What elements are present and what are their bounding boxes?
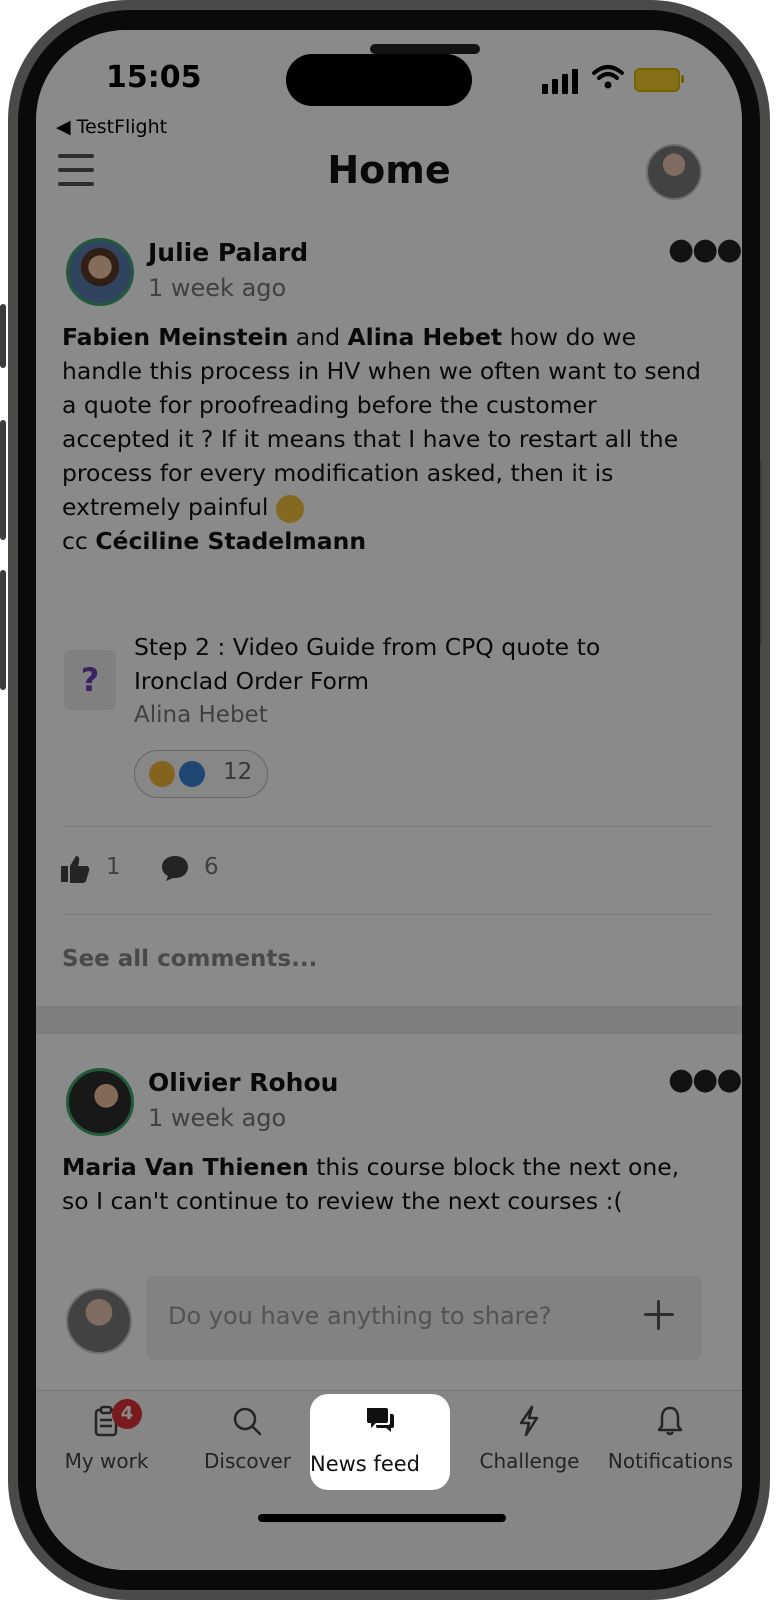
home-indicator xyxy=(258,1514,506,1522)
tab-news-feed[interactable]: News feed xyxy=(310,1394,450,1490)
app-screen: 15:05 ◀ TestFlight Home Julie Palard 1 w… xyxy=(36,30,742,1570)
side-button xyxy=(0,420,6,540)
chat-bubbles-icon xyxy=(367,1408,394,1432)
side-button xyxy=(0,304,6,368)
side-button xyxy=(0,570,6,690)
dim-overlay xyxy=(36,30,742,1570)
tab-label: News feed xyxy=(310,1452,420,1476)
